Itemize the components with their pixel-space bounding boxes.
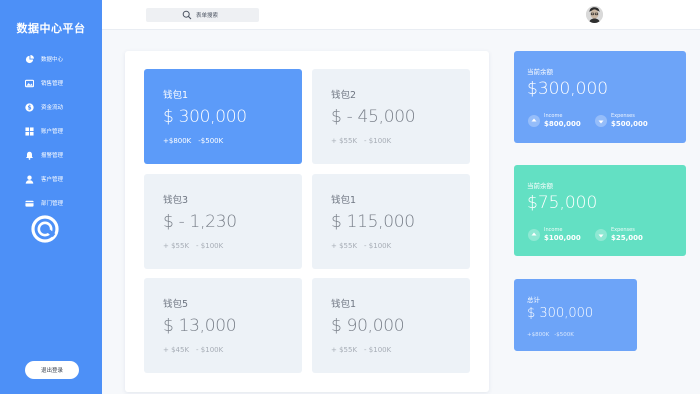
pie-chart-icon: [25, 54, 34, 64]
sidebar-item-label: 账户管理: [41, 129, 64, 135]
sidebar-item-label: 资金流动: [41, 105, 64, 111]
total-card-value: $ 300,000: [527, 306, 594, 321]
wallet-amount: $ 13,000: [163, 316, 237, 336]
wallet-income: + $55K: [163, 242, 190, 250]
income-label: Income: [544, 227, 563, 233]
total-card[interactable]: 总计 $ 300,000 +$800K -$500K: [514, 279, 637, 351]
total-expense: -$500K: [554, 332, 574, 338]
search-icon: [182, 10, 192, 20]
wallet-stats: + $55K - $100K: [331, 346, 470, 354]
avatar[interactable]: [586, 6, 603, 23]
user-icon: [25, 175, 34, 184]
dollar-icon: $: [25, 102, 34, 112]
wallet-amount: $ - 1,230: [163, 212, 237, 232]
wallet-amount: $ - 45,000: [331, 107, 416, 127]
income-value: $800,000: [544, 120, 581, 128]
arrow-up-icon: [528, 114, 540, 127]
wallet-amount: $ 115,000: [331, 212, 415, 232]
bell-icon: [25, 151, 34, 160]
sidebar-item-alarms[interactable]: 报警管理: [0, 143, 102, 167]
wallet-name: 钱包2: [331, 90, 357, 101]
wallet-stats: +$800K -$500K: [163, 137, 302, 145]
wallet-card[interactable]: 钱包5 $ 13,000 + $45K - $100K: [144, 278, 302, 373]
expense-label: Expenses: [611, 113, 635, 119]
income-value: $100,000: [544, 234, 581, 242]
wallet-card[interactable]: 钱包3 $ - 1,230 + $55K - $100K: [144, 174, 302, 269]
card-icon: [25, 199, 34, 208]
sidebar-item-data-center[interactable]: 数据中心: [0, 47, 102, 71]
arrow-down-icon: [595, 114, 607, 127]
sidebar: 数据中心平台 数据中心 销售管理 $ 资金流动 账户管理 报警管理 客户管理 部…: [0, 0, 102, 394]
sidebar-item-label: 数据中心: [41, 57, 64, 63]
wallet-income: + $45K: [163, 346, 190, 354]
balance-card-value: $75,000: [527, 193, 598, 213]
expense-label: Expenses: [611, 227, 635, 233]
sidebar-item-accounts[interactable]: 账户管理: [0, 119, 102, 143]
wallet-card[interactable]: 钱包1 $ 90,000 + $55K - $100K: [312, 278, 470, 373]
sidebar-item-label: 销售管理: [41, 81, 64, 87]
sidebar-item-label: 客户管理: [41, 177, 64, 183]
brand-title: 数据中心平台: [16, 22, 86, 35]
expense-block: Expenses $25,000: [595, 227, 643, 242]
wallet-card[interactable]: 钱包1 $ 300,000 +$800K -$500K: [144, 69, 302, 164]
balance-card-title: 当前余额: [527, 68, 553, 76]
wallet-name: 钱包5: [163, 299, 189, 310]
balance-card-value: $300,000: [527, 79, 609, 99]
sidebar-item-departments[interactable]: 部门管理: [0, 191, 102, 215]
arrow-up-icon: [528, 228, 540, 241]
total-card-title: 总计: [527, 296, 540, 304]
search-label: 表单搜索: [196, 13, 219, 19]
wallet-expense: - $100K: [364, 137, 392, 145]
wallet-stats: + $45K - $100K: [163, 346, 302, 354]
wallet-card[interactable]: 钱包2 $ - 45,000 + $55K - $100K: [312, 69, 470, 164]
wallet-expense: - $100K: [364, 346, 392, 354]
wallet-income: + $55K: [331, 242, 358, 250]
income-block: Income $800,000: [528, 113, 581, 128]
wallet-name: 钱包1: [331, 195, 357, 206]
wallet-name: 钱包3: [163, 195, 189, 206]
wallet-expense: - $100K: [196, 346, 224, 354]
wallet-stats: + $55K - $100K: [163, 242, 302, 250]
expense-value: $500,000: [611, 120, 648, 128]
expense-value: $25,000: [611, 234, 643, 242]
wallet-expense: -$500K: [198, 137, 224, 145]
topbar: 表单搜索: [102, 0, 700, 30]
wallet-name: 钱包1: [163, 90, 189, 101]
wallet-stats: + $55K - $100K: [331, 242, 470, 250]
wallet-amount: $ 90,000: [331, 316, 405, 336]
wallet-income: +$800K: [163, 137, 192, 145]
grid-icon: [25, 126, 34, 136]
arrow-down-icon: [595, 228, 607, 241]
wallet-expense: - $100K: [364, 242, 392, 250]
app-logo: [31, 215, 59, 243]
sidebar-item-label: 部门管理: [41, 201, 64, 207]
balance-card[interactable]: 当前余额 $300,000 Income $800,000 Expenses $…: [514, 51, 686, 143]
income-label: Income: [544, 113, 563, 119]
expense-block: Expenses $500,000: [595, 113, 648, 128]
total-card-stats: +$800K -$500K: [527, 332, 574, 338]
sidebar-nav: 数据中心 销售管理 $ 资金流动 账户管理 报警管理 客户管理 部门管理: [0, 47, 102, 215]
sidebar-item-sales[interactable]: 销售管理: [0, 71, 102, 95]
wallet-expense: - $100K: [196, 242, 224, 250]
wallet-income: + $55K: [331, 346, 358, 354]
logout-button[interactable]: 退出登录: [25, 361, 79, 379]
wallet-name: 钱包1: [331, 299, 357, 310]
sidebar-item-label: 报警管理: [41, 153, 64, 159]
balance-card[interactable]: 当前余额 $75,000 Income $100,000 Expenses $2…: [514, 165, 686, 256]
wallet-amount: $ 300,000: [163, 107, 247, 127]
image-icon: [25, 79, 34, 88]
balance-card-title: 当前余额: [527, 182, 553, 190]
total-income: +$800K: [527, 332, 550, 338]
sidebar-item-fund-flow[interactable]: $ 资金流动: [0, 95, 102, 119]
search-box[interactable]: 表单搜索: [146, 8, 259, 22]
wallet-card[interactable]: 钱包1 $ 115,000 + $55K - $100K: [312, 174, 470, 269]
sidebar-item-customers[interactable]: 客户管理: [0, 167, 102, 191]
income-block: Income $100,000: [528, 227, 581, 242]
wallet-stats: + $55K - $100K: [331, 137, 470, 145]
wallet-income: + $55K: [331, 137, 358, 145]
wallet-panel: 钱包1 $ 300,000 +$800K -$500K 钱包2 $ - 45,00…: [125, 51, 489, 392]
svg-text:$: $: [27, 105, 31, 111]
